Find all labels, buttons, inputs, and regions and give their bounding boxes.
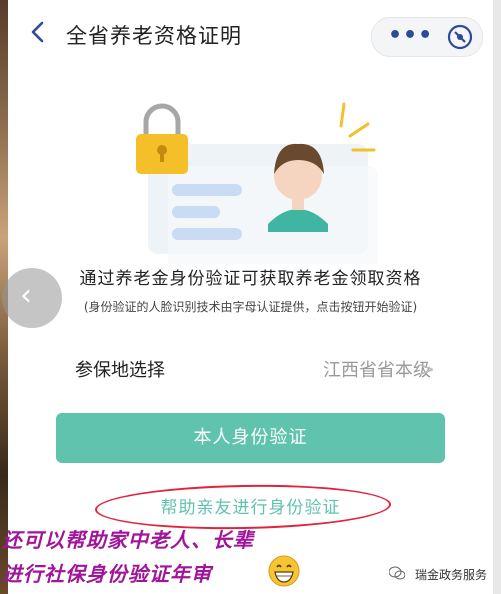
grin-emoji-icon bbox=[268, 555, 300, 587]
self-verify-button[interactable]: 本人身份验证 bbox=[56, 413, 445, 463]
annotation-line-1: 还可以帮助家中老人、长辈 bbox=[2, 528, 254, 552]
background-edge-right bbox=[493, 0, 501, 594]
top-bar: 全省养老资格证明 ••• bbox=[8, 0, 493, 66]
location-label: 参保地选择 bbox=[75, 360, 165, 381]
id-card-lock-illustration bbox=[136, 102, 378, 264]
mini-program-capsule: ••• bbox=[371, 17, 483, 57]
intro-text: 通过养老金身份验证可获取养老金领取资格 bbox=[79, 269, 422, 289]
annotation-line-2: 进行社保身份验证年审 bbox=[2, 562, 212, 586]
carousel-prev-button[interactable]: ‹ bbox=[2, 268, 62, 328]
page-title: 全省养老资格证明 bbox=[66, 24, 242, 48]
close-target-icon[interactable] bbox=[446, 23, 474, 51]
wechat-brand-icon bbox=[389, 566, 405, 580]
back-arrow-icon[interactable] bbox=[24, 18, 52, 46]
location-value: 江西省省本级 bbox=[323, 360, 431, 381]
intro-subtext: (身份验证的人脸识别技术由字母认证提供，点击按钮开始验证) bbox=[83, 300, 418, 314]
chevron-left-icon: ‹ bbox=[20, 278, 32, 313]
chevron-right-icon: > bbox=[418, 357, 435, 381]
more-dots-icon[interactable]: ••• bbox=[388, 23, 433, 48]
watermark-brand: 瑞金政务服务 bbox=[414, 568, 487, 582]
location-select-row[interactable]: 参保地选择 江西省省本级 > bbox=[8, 348, 493, 388]
